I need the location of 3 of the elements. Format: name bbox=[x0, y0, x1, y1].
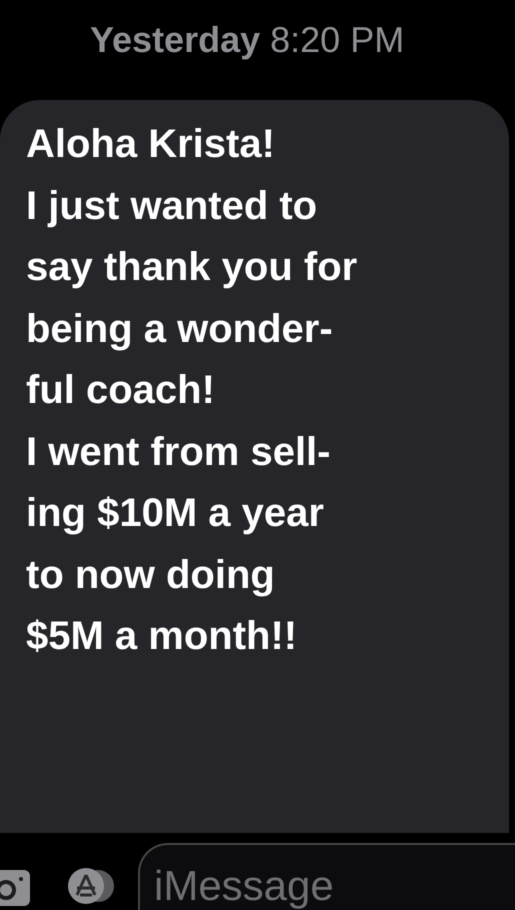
message-input-field[interactable]: iMessage bbox=[138, 843, 515, 910]
message-timestamp: Yesterday 8:20 PM bbox=[89, 18, 404, 62]
message-text: Aloha Krista! I just wanted to say thank you for being a wonder- ful coach! I went from sell- ing $10M a year to now doing $5M a month!! bbox=[26, 121, 358, 660]
